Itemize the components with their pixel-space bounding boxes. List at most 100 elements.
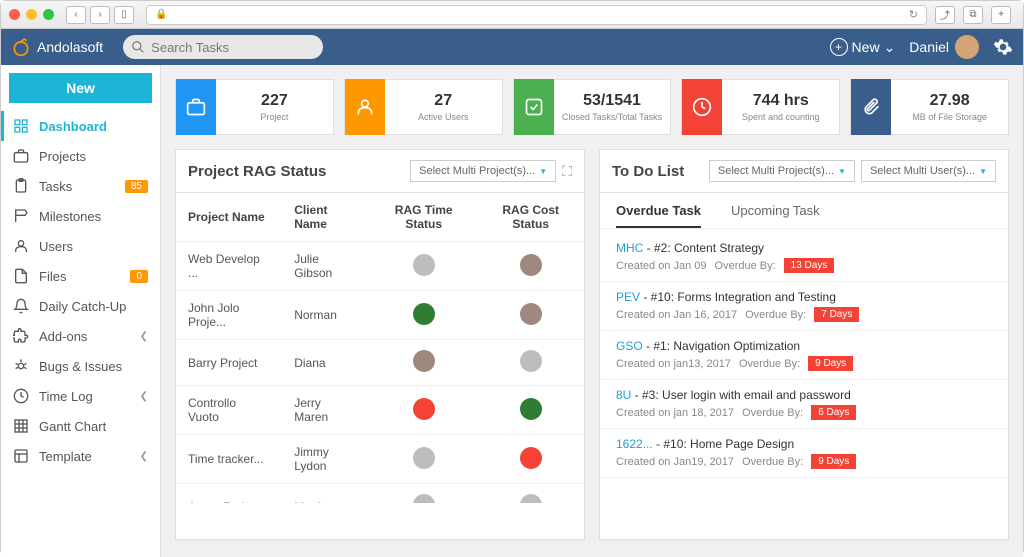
todo-meta: Created on Jan19, 2017Overdue By:9 Days bbox=[616, 454, 992, 469]
sidebar-item-projects[interactable]: Projects bbox=[1, 141, 160, 171]
table-row[interactable]: Web Develop ...Julie Gibson bbox=[176, 242, 584, 291]
sidebar-item-label: Files bbox=[39, 269, 66, 284]
todo-item[interactable]: GSO - #1: Navigation OptimizationCreated… bbox=[600, 331, 1008, 380]
chevron-down-icon: ⌄ bbox=[884, 39, 896, 56]
sidebar-item-bugs-&-issues[interactable]: Bugs & Issues bbox=[1, 351, 160, 381]
gear-icon[interactable] bbox=[993, 37, 1013, 57]
minimize-window[interactable] bbox=[26, 9, 37, 20]
cell-project: John Jolo Proje... bbox=[176, 291, 282, 340]
rag-project-select[interactable]: Select Multi Project(s)...▼ bbox=[410, 160, 556, 182]
table-row[interactable]: Aaron ProjectMartin bbox=[176, 484, 584, 504]
user-menu[interactable]: Daniel bbox=[909, 35, 979, 59]
badge: 85 bbox=[125, 180, 148, 193]
reload-icon[interactable]: ↻ bbox=[909, 8, 918, 21]
chevron-down-icon: ▼ bbox=[838, 167, 846, 176]
back-button[interactable]: ‹ bbox=[66, 6, 86, 24]
user-icon bbox=[13, 238, 29, 254]
stat-card: 744 hrsSpent and counting bbox=[681, 79, 840, 135]
sidebar-new-button[interactable]: New bbox=[9, 73, 152, 103]
sidebar-item-milestones[interactable]: Milestones bbox=[1, 201, 160, 231]
cell-cost bbox=[477, 242, 584, 291]
todo-item[interactable]: 8U - #3: User login with email and passw… bbox=[600, 380, 1008, 429]
table-row[interactable]: John Jolo Proje...Norman bbox=[176, 291, 584, 340]
sidebar-toggle[interactable]: ▯ bbox=[114, 6, 134, 24]
puzzle-icon bbox=[13, 328, 29, 344]
todo-project-select[interactable]: Select Multi Project(s)...▼ bbox=[709, 160, 855, 182]
todo-user-select[interactable]: Select Multi User(s)...▼ bbox=[861, 160, 996, 182]
todo-title: 8U - #3: User login with email and passw… bbox=[616, 388, 992, 402]
tab-overdue[interactable]: Overdue Task bbox=[616, 203, 701, 228]
todo-title: 1622... - #10: Home Page Design bbox=[616, 437, 992, 451]
stat-label: MB of File Storage bbox=[891, 112, 1008, 122]
table-row[interactable]: Controllo VuotoJerry Maren bbox=[176, 386, 584, 435]
maximize-window[interactable] bbox=[43, 9, 54, 20]
content: 227 Project 27 Active Users 53/1541 Closed Ta… bbox=[161, 65, 1023, 557]
address-bar[interactable]: 🔒 ↻ bbox=[146, 5, 927, 25]
cell-cost bbox=[477, 435, 584, 484]
cell-project: Web Develop ... bbox=[176, 242, 282, 291]
cell-project: Aaron Project bbox=[176, 484, 282, 504]
stat-card: 227 Project bbox=[175, 79, 334, 135]
stat-value: 27 bbox=[385, 92, 502, 110]
todo-item[interactable]: MHC - #2: Content StrategyCreated on Jan… bbox=[600, 233, 1008, 282]
expand-icon[interactable]: ⛶ bbox=[562, 163, 572, 180]
sidebar: New DashboardProjects Tasks 85 Milestones Us… bbox=[1, 65, 161, 557]
cell-time bbox=[370, 435, 477, 484]
overdue-badge: 9 Days bbox=[808, 356, 853, 371]
stat-label: Spent and counting bbox=[722, 112, 839, 122]
sidebar-item-daily-catch-up[interactable]: Daily Catch-Up bbox=[1, 291, 160, 321]
cell-project: Time tracker... bbox=[176, 435, 282, 484]
sidebar-item-template[interactable]: Template❮ bbox=[1, 441, 160, 471]
share-button[interactable]: ⤴ bbox=[935, 6, 955, 24]
user-icon bbox=[345, 79, 385, 135]
cell-cost bbox=[477, 386, 584, 435]
table-row[interactable]: Barry ProjectDiana bbox=[176, 340, 584, 386]
sidebar-item-gantt-chart[interactable]: Gantt Chart bbox=[1, 411, 160, 441]
sidebar-item-dashboard[interactable]: Dashboard bbox=[1, 111, 160, 141]
cell-time bbox=[370, 291, 477, 340]
todo-title: PEV - #10: Forms Integration and Testing bbox=[616, 290, 992, 304]
sidebar-item-users[interactable]: Users bbox=[1, 231, 160, 261]
sidebar-item-label: Tasks bbox=[39, 179, 72, 194]
close-window[interactable] bbox=[9, 9, 20, 20]
sidebar-item-add-ons[interactable]: Add-ons❮ bbox=[1, 321, 160, 351]
clipboard-icon bbox=[13, 178, 29, 194]
tab-upcoming[interactable]: Upcoming Task bbox=[731, 203, 820, 228]
todo-item[interactable]: 1622... - #10: Home Page Design Created o… bbox=[600, 429, 1008, 478]
tabs-button[interactable]: ⧉ bbox=[963, 6, 983, 24]
lock-icon: 🔒 bbox=[155, 9, 167, 20]
new-dropdown[interactable]: + New ⌄ bbox=[830, 38, 896, 56]
search-input[interactable]: Search Tasks bbox=[123, 35, 323, 59]
cell-project: Controllo Vuoto bbox=[176, 386, 282, 435]
sidebar-item-files[interactable]: Files0 bbox=[1, 261, 160, 291]
forward-button[interactable]: › bbox=[90, 6, 110, 24]
check-icon bbox=[514, 79, 554, 135]
rag-title: Project RAG Status bbox=[188, 163, 326, 180]
file-icon bbox=[13, 268, 29, 284]
cell-client: Jerry Maren bbox=[282, 386, 370, 435]
clock-icon bbox=[13, 388, 29, 404]
table-row[interactable]: Time tracker...Jimmy Lydon bbox=[176, 435, 584, 484]
stat-card: 27.98 MB of File Storage bbox=[850, 79, 1009, 135]
cell-cost bbox=[477, 484, 584, 504]
stat-value: 53/1541 bbox=[554, 92, 671, 110]
todo-panel: To Do List Select Multi Project(s)...▼ S… bbox=[599, 149, 1009, 540]
cell-client: Diana bbox=[282, 340, 370, 386]
stat-value: 227 bbox=[216, 92, 333, 110]
cell-cost bbox=[477, 340, 584, 386]
new-tab-button[interactable]: + bbox=[991, 6, 1011, 24]
sidebar-item-time-log[interactable]: Time Log❮ bbox=[1, 381, 160, 411]
search-placeholder: Search Tasks bbox=[151, 40, 229, 55]
sidebar-item-label: Add-ons bbox=[39, 329, 87, 344]
logo-icon bbox=[11, 37, 31, 57]
stat-value: 27.98 bbox=[891, 92, 1008, 110]
stat-label: Project bbox=[216, 112, 333, 122]
todo-item[interactable]: PEV - #10: Forms Integration and Testing… bbox=[600, 282, 1008, 331]
stat-label: Active Users bbox=[385, 112, 502, 122]
search-icon bbox=[131, 40, 145, 54]
app-logo[interactable]: Andolasoft bbox=[11, 37, 103, 57]
stat-card: 53/1541 Closed Tasks/Total Tasks bbox=[513, 79, 672, 135]
stat-label: Closed Tasks/Total Tasks bbox=[554, 112, 671, 122]
sidebar-item-label: Milestones bbox=[39, 209, 101, 224]
sidebar-item-tasks[interactable]: Tasks 85 bbox=[1, 171, 160, 201]
